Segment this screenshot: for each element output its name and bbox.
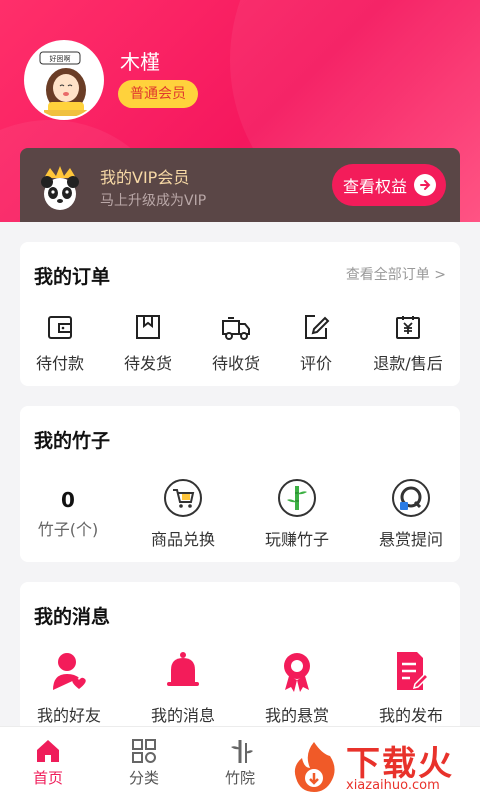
edit-icon	[305, 315, 330, 339]
member-level-badge[interactable]: 普通会员	[118, 80, 198, 108]
orders-card: 我的订单 查看全部订单 > 待付款 待发货 待收货 评价 退款/售后	[20, 242, 460, 386]
panda-crown-icon	[41, 166, 79, 210]
order-item-label: 退款/售后	[373, 354, 443, 373]
vip-card[interactable]: 我的VIP会员 马上升级成为VIP 查看权益	[20, 148, 460, 222]
tab-category[interactable]: 分类	[96, 727, 192, 800]
order-review[interactable]: 评价	[278, 308, 354, 374]
bamboo-item-label: 玩赚竹子	[264, 530, 329, 549]
message-item-label: 我的消息	[150, 706, 215, 725]
orders-title: 我的订单	[34, 266, 111, 288]
earn-bamboo[interactable]: 玩赚竹子	[252, 476, 342, 552]
view-all-orders-link[interactable]: 查看全部订单 >	[346, 264, 446, 284]
bell-icon	[167, 652, 199, 686]
reward-question[interactable]: 悬赏提问	[366, 476, 456, 552]
question-icon	[392, 479, 430, 517]
message-item-label: 我的好友	[36, 706, 101, 725]
my-friends[interactable]: 我的好友	[24, 648, 114, 725]
vip-subtitle: 马上升级成为VIP	[100, 193, 207, 209]
order-item-label: 待付款	[35, 354, 84, 373]
tab-label: 首页	[32, 769, 63, 787]
view-benefits-button[interactable]: 查看权益	[332, 164, 446, 206]
message-item-label: 我的悬赏	[264, 706, 329, 725]
bamboo-count: 0	[61, 488, 75, 512]
tab-bamboo-yard[interactable]: 竹院	[192, 727, 288, 800]
order-pending-shipment[interactable]: 待发货	[110, 308, 186, 374]
goods-exchange[interactable]: 商品兑换	[138, 476, 228, 552]
order-item-label: 待收货	[211, 354, 260, 373]
category-icon	[132, 739, 156, 763]
bamboo-card: 我的竹子 0 竹子(个) 商品兑换 玩赚竹子 悬赏提问	[20, 406, 460, 562]
avatar[interactable]: 好困啊	[24, 40, 104, 120]
messages-title: 我的消息	[34, 606, 111, 628]
refund-icon	[396, 316, 420, 339]
truck-icon	[222, 317, 250, 340]
order-item-label: 待发货	[123, 354, 172, 373]
tab-home[interactable]: 首页	[0, 727, 96, 800]
order-pending-receipt[interactable]: 待收货	[198, 308, 274, 374]
messages-card: 我的消息 我的好友 我的消息 我的悬赏 我的发布	[20, 582, 460, 732]
cart-icon	[164, 479, 202, 517]
avatar-caption: 好困啊	[50, 54, 71, 63]
watermark-url: xiazaihuo.com	[346, 778, 440, 793]
bamboo-item-label: 悬赏提问	[378, 530, 443, 549]
my-posts[interactable]: 我的发布	[366, 648, 456, 725]
order-refund[interactable]: 退款/售后	[368, 308, 448, 374]
my-rewards[interactable]: 我的悬赏	[252, 648, 342, 725]
wallet-icon	[48, 316, 72, 339]
arrow-right-icon	[414, 174, 436, 196]
package-icon	[136, 315, 160, 339]
bamboo-count-label: 竹子(个)	[37, 520, 99, 539]
avatar-girl-icon: 好困啊	[26, 42, 102, 118]
order-pending-payment[interactable]: 待付款	[22, 308, 98, 374]
flame-logo-icon	[294, 742, 335, 792]
username: 木槿	[120, 50, 160, 74]
bamboo-title: 我的竹子	[34, 430, 111, 452]
order-item-label: 评价	[299, 354, 332, 373]
bamboo-icon	[278, 479, 316, 517]
publish-icon	[397, 652, 430, 690]
view-benefits-label: 查看权益	[343, 177, 408, 196]
my-messages[interactable]: 我的消息	[138, 648, 228, 725]
reward-icon	[284, 653, 310, 692]
watermark-logo: 下载火 xiazaihuo.com	[286, 736, 480, 800]
message-item-label: 我的发布	[378, 706, 443, 725]
vip-title: 我的VIP会员	[100, 168, 190, 187]
tab-label: 竹院	[224, 769, 255, 787]
bamboo-item-label: 商品兑换	[150, 530, 215, 549]
home-icon	[37, 740, 59, 762]
tab-label: 分类	[128, 769, 159, 787]
friend-icon	[53, 653, 86, 690]
bamboo-yard-icon	[231, 740, 253, 763]
